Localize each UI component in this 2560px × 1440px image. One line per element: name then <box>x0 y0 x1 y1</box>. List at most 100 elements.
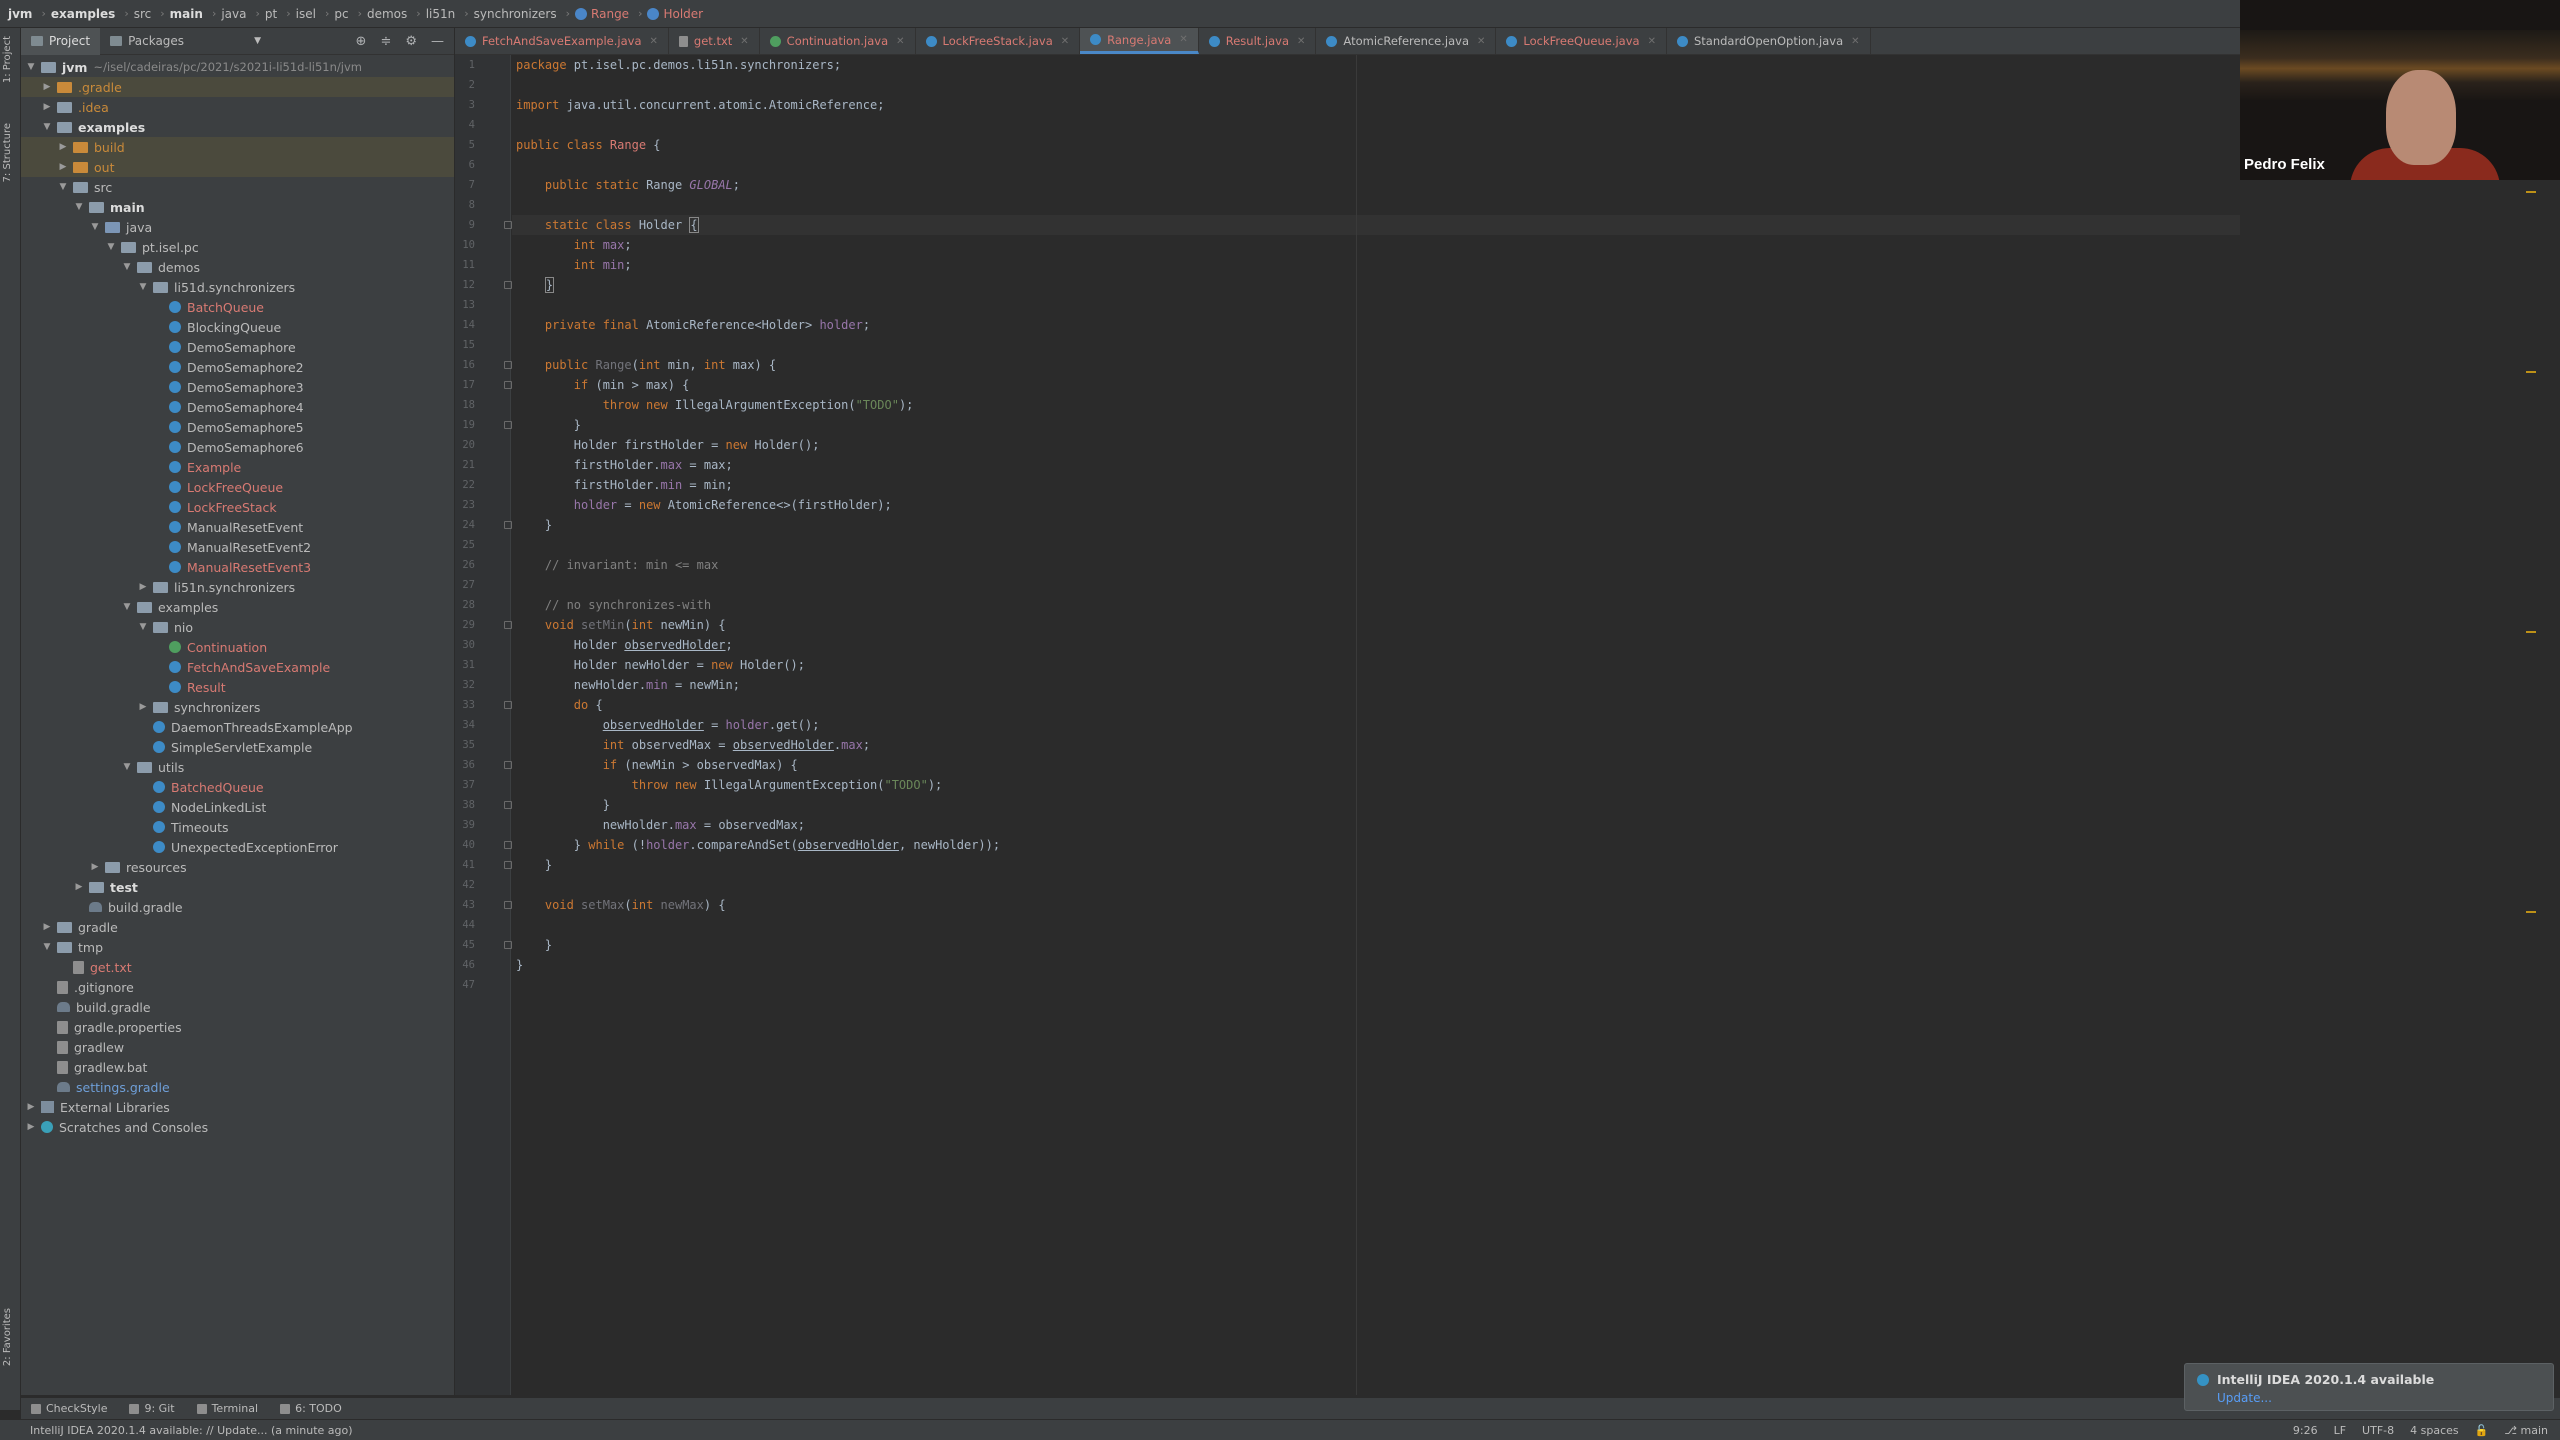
tree-class[interactable]: DemoSemaphore2 <box>21 357 454 377</box>
update-link[interactable]: Update... <box>2217 1391 2541 1405</box>
tree-node-jvm[interactable]: ▼ jvm ~/isel/cadeiras/pc/2021/s2021i-li51d… <box>21 57 454 77</box>
expanded-arrow-icon[interactable]: ▼ <box>89 222 101 232</box>
fold-marker-icon[interactable] <box>504 761 512 769</box>
collapsed-arrow-icon[interactable]: ▶ <box>25 1102 37 1112</box>
tree-class[interactable]: LockFreeStack <box>21 497 454 517</box>
editor-tab[interactable]: LockFreeStack.java ✕ <box>916 28 1081 54</box>
warning-marker[interactable] <box>2526 911 2536 913</box>
collapse-all-icon[interactable]: ≑ <box>380 34 391 49</box>
tree-class[interactable]: SimpleServletExample <box>21 737 454 757</box>
tree-class[interactable]: BlockingQueue <box>21 317 454 337</box>
branch-indicator[interactable]: ⎇ main <box>2504 1424 2548 1437</box>
lock-icon[interactable]: 🔓 <box>2475 1424 2489 1437</box>
tool-terminal[interactable]: Terminal <box>196 1402 258 1415</box>
collapsed-arrow-icon[interactable]: ▶ <box>137 702 149 712</box>
tree-node-idea[interactable]: ▶ .idea <box>21 97 454 117</box>
tree-class[interactable]: Continuation <box>21 637 454 657</box>
editor-tab[interactable]: AtomicReference.java ✕ <box>1316 28 1497 54</box>
editor-gutter[interactable]: 1 2 3 4 5 6 7 8 9 10 11 12 13 14 15 16 17 18 19 20 21 22 23 24 2… <box>455 55 512 1395</box>
expanded-arrow-icon[interactable]: ▼ <box>137 622 149 632</box>
warning-marker[interactable] <box>2526 631 2536 633</box>
editor-tab-active[interactable]: Range.java ✕ <box>1080 28 1199 54</box>
file-encoding[interactable]: UTF-8 <box>2362 1424 2394 1437</box>
close-icon[interactable]: ✕ <box>1297 36 1305 47</box>
tree-class[interactable]: BatchQueue <box>21 297 454 317</box>
stripe-tab-project[interactable]: 1: Project <box>2 36 13 83</box>
expanded-arrow-icon[interactable]: ▼ <box>105 242 117 252</box>
caret-position[interactable]: 9:26 <box>2293 1424 2318 1437</box>
tree-node-src[interactable]: ▼ src <box>21 177 454 197</box>
collapsed-arrow-icon[interactable]: ▶ <box>57 162 69 172</box>
fold-marker-icon[interactable] <box>504 801 512 809</box>
tree-node-demos[interactable]: ▼ demos <box>21 257 454 277</box>
crumb-holder[interactable]: Holder <box>647 7 703 21</box>
tree-file[interactable]: gradle.properties <box>21 1017 454 1037</box>
tree-node-synchronizers[interactable]: ▶ synchronizers <box>21 697 454 717</box>
tree-class[interactable]: BatchedQueue <box>21 777 454 797</box>
editor-tab[interactable]: StandardOpenOption.java ✕ <box>1667 28 1871 54</box>
close-icon[interactable]: ✕ <box>1851 36 1859 47</box>
tree-node-li51n-sync[interactable]: ▶ li51n.synchronizers <box>21 577 454 597</box>
tool-checkstyle[interactable]: CheckStyle <box>31 1402 107 1415</box>
tree-file[interactable]: get.txt <box>21 957 454 977</box>
tree-class[interactable]: UnexpectedExceptionError <box>21 837 454 857</box>
tree-class[interactable]: DaemonThreadsExampleApp <box>21 717 454 737</box>
crumb-jvm[interactable]: jvm <box>8 7 32 21</box>
tree-node-gradle-dir[interactable]: ▶ .gradle <box>21 77 454 97</box>
collapsed-arrow-icon[interactable]: ▶ <box>41 82 53 92</box>
close-icon[interactable]: ✕ <box>1179 34 1187 45</box>
tree-class[interactable]: DemoSemaphore3 <box>21 377 454 397</box>
fold-marker-icon[interactable] <box>504 381 512 389</box>
fold-marker-icon[interactable] <box>504 361 512 369</box>
close-icon[interactable]: ✕ <box>650 36 658 47</box>
expanded-arrow-icon[interactable]: ▼ <box>41 942 53 952</box>
fold-marker-icon[interactable] <box>504 521 512 529</box>
collapsed-arrow-icon[interactable]: ▶ <box>89 862 101 872</box>
fold-marker-icon[interactable] <box>504 861 512 869</box>
editor-tab[interactable]: Continuation.java ✕ <box>760 28 916 54</box>
close-icon[interactable]: ✕ <box>1648 36 1656 47</box>
tree-class[interactable]: ManualResetEvent <box>21 517 454 537</box>
expanded-arrow-icon[interactable]: ▼ <box>25 62 37 72</box>
collapsed-arrow-icon[interactable]: ▶ <box>137 582 149 592</box>
collapsed-arrow-icon[interactable]: ▶ <box>57 142 69 152</box>
crumb-range[interactable]: Range <box>575 7 629 21</box>
tool-todo[interactable]: 6: TODO <box>280 1402 342 1415</box>
crumb-main[interactable]: main <box>170 7 203 21</box>
tree-class[interactable]: Example <box>21 457 454 477</box>
expanded-arrow-icon[interactable]: ▼ <box>41 122 53 132</box>
close-icon[interactable]: ✕ <box>1061 36 1069 47</box>
collapsed-arrow-icon[interactable]: ▶ <box>41 102 53 112</box>
tree-file[interactable]: .gitignore <box>21 977 454 997</box>
status-message[interactable]: IntelliJ IDEA 2020.1.4 available: // Upd… <box>30 1424 353 1437</box>
editor-tab[interactable]: LockFreeQueue.java ✕ <box>1496 28 1667 54</box>
editor-tab[interactable]: Result.java ✕ <box>1199 28 1317 54</box>
crumb-src[interactable]: src <box>134 7 152 21</box>
tree-node-examples-pkg[interactable]: ▼ examples <box>21 597 454 617</box>
editor-tab[interactable]: FetchAndSaveExample.java ✕ <box>455 28 669 54</box>
crumb-demos[interactable]: demos <box>367 7 407 21</box>
warning-marker[interactable] <box>2526 191 2536 193</box>
tree-class[interactable]: FetchAndSaveExample <box>21 657 454 677</box>
tree-class[interactable]: Timeouts <box>21 817 454 837</box>
tree-file[interactable]: build.gradle <box>21 897 454 917</box>
tree-node-li51d-sync[interactable]: ▼ li51d.synchronizers <box>21 277 454 297</box>
tree-class[interactable]: DemoSemaphore4 <box>21 397 454 417</box>
fold-marker-icon[interactable] <box>504 221 512 229</box>
editor-scrollbar[interactable] <box>2520 55 2560 1395</box>
tab-packages[interactable]: Packages ▼ <box>100 28 271 55</box>
fold-marker-icon[interactable] <box>504 701 512 709</box>
crumb-isel[interactable]: isel <box>296 7 316 21</box>
tab-project[interactable]: Project <box>21 27 101 55</box>
tree-class[interactable]: NodeLinkedList <box>21 797 454 817</box>
tree-node-external-libraries[interactable]: ▶ External Libraries <box>21 1097 454 1117</box>
tree-node-scratches[interactable]: ▶ Scratches and Consoles <box>21 1117 454 1137</box>
expanded-arrow-icon[interactable]: ▼ <box>121 762 133 772</box>
tree-class[interactable]: DemoSemaphore <box>21 337 454 357</box>
tree-node-examples[interactable]: ▼ examples <box>21 117 454 137</box>
tree-class[interactable]: ManualResetEvent2 <box>21 537 454 557</box>
tree-class[interactable]: Result <box>21 677 454 697</box>
tree-node-out[interactable]: ▶ out <box>21 157 454 177</box>
expanded-arrow-icon[interactable]: ▼ <box>137 282 149 292</box>
tree-node-build[interactable]: ▶ build <box>21 137 454 157</box>
